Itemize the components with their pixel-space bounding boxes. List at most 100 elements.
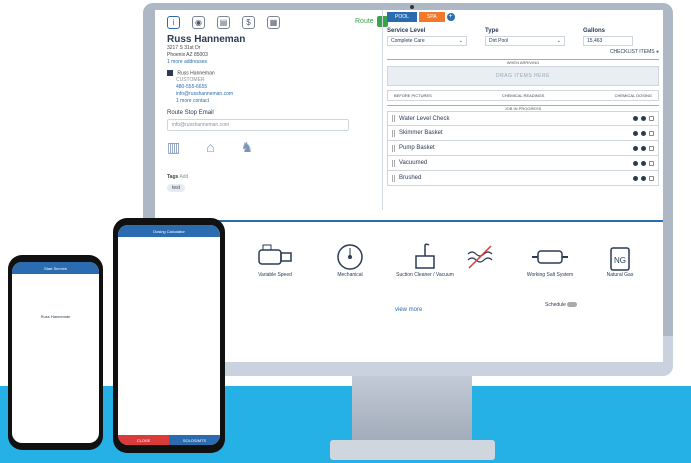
schedule-toggle[interactable]: Schedule (545, 302, 578, 308)
dollar-icon[interactable]: $ (242, 16, 255, 29)
tags-row: Tags Add (167, 174, 387, 180)
drag-handle-icon[interactable] (392, 129, 395, 137)
checklist-item-label: Water Level Check (399, 115, 450, 122)
delete-icon[interactable] (649, 116, 654, 121)
info-icon[interactable] (633, 130, 638, 136)
help-icon: ● (655, 49, 659, 55)
toggle-icon (567, 302, 578, 308)
phone-small-header: Start Service (12, 262, 99, 274)
tab-pool[interactable]: POOL (387, 12, 417, 22)
drag-handle-icon[interactable] (392, 115, 395, 122)
checklist-item[interactable]: Water Level Check (387, 111, 659, 126)
contact-role: CUSTOMER (176, 77, 205, 84)
monitor-foot (330, 440, 495, 460)
phase-bar: BEFORE PICTURES CHEMICAL READINGS CHEMIC… (387, 90, 659, 101)
chemical-dosing[interactable]: CHEMICAL DOSING (615, 93, 652, 98)
lock-icon[interactable]: ⌂ (206, 139, 214, 156)
email-link[interactable]: info@russhanneman.com (176, 91, 387, 98)
camera-icon[interactable] (641, 175, 646, 181)
solos-button[interactable]: SOLOS/MTS (169, 435, 220, 445)
phone-small-name: Russ Hanneman (40, 314, 71, 319)
more-addresses-link[interactable]: 1 more addresses (167, 59, 387, 66)
tags-add[interactable]: Add (179, 174, 188, 180)
drop-zone[interactable]: DRAG ITEMS HERE (387, 66, 659, 86)
before-pictures[interactable]: BEFORE PICTURES (394, 93, 432, 98)
service-level-select[interactable]: Complete Care ⌄ (387, 36, 467, 46)
document-icon[interactable]: ▤ (217, 16, 230, 29)
delete-icon[interactable] (649, 145, 654, 151)
info-icon[interactable] (633, 175, 638, 181)
gallons-input[interactable]: 15,463 (583, 36, 633, 46)
heater-crossed-icon (467, 245, 493, 269)
drag-handle-icon[interactable] (392, 174, 395, 182)
chemical-readings[interactable]: CHEMICAL READINGS (502, 93, 545, 98)
gallons-value: 15,463 (587, 38, 603, 44)
address-line2: Phoenix AZ 85003 (167, 52, 208, 58)
checklist-item[interactable]: Skimmer Basket (387, 126, 659, 141)
camera-icon[interactable] (641, 160, 646, 166)
tag-pill[interactable]: test (167, 184, 186, 193)
equipment-panel: Variable Speed Mechanical Suction Cleane… (155, 220, 663, 360)
delete-icon[interactable] (649, 130, 654, 136)
type-select[interactable]: Dirt Pool ⌄ (485, 36, 565, 46)
salt-cell-icon (532, 250, 568, 264)
checklist-item[interactable]: Pump Basket (387, 141, 659, 156)
pump-icon (258, 244, 292, 265)
equipment-label: Natural Gas (606, 272, 634, 278)
service-level-label: Service Level (387, 28, 426, 34)
equipment-item[interactable]: Working Salt System (520, 242, 580, 278)
camera-dot (410, 5, 414, 9)
phone-large-screen: Dosing Calculator CLOSE SOLOS/MTS (118, 225, 220, 445)
phone-link[interactable]: 480-555-6655 (176, 84, 387, 91)
more-contacts-link[interactable]: 1 more contact (176, 98, 387, 105)
add-tab-icon[interactable]: + (446, 13, 455, 21)
when-arriving-section: WHEN ARRIVING (387, 59, 659, 65)
view-more-link[interactable]: view more (395, 307, 422, 313)
dog-icon[interactable]: ♞ (241, 139, 254, 156)
tab-spa[interactable]: SPA (418, 12, 445, 22)
delete-icon[interactable] (649, 160, 654, 166)
customer-name: Russ Hanneman (167, 34, 246, 45)
chevron-down-icon: ⌄ (458, 38, 463, 44)
route-stop-email-input[interactable]: info@russhanneman.com (167, 119, 349, 132)
checklist-item[interactable]: Brushed (387, 171, 659, 186)
checklist-items-toggle[interactable]: CHECKLIST ITEMS ● (387, 49, 659, 55)
equipment-item[interactable]: Variable Speed (245, 242, 305, 278)
equipment-item[interactable] (460, 242, 500, 272)
info-icon[interactable] (633, 116, 638, 121)
checklist-item[interactable]: Vacuumed (387, 156, 659, 171)
phone-small-screen: Start Service Russ Hanneman (12, 262, 99, 443)
location-pin-icon[interactable]: ◉ (192, 16, 205, 29)
monitor-stand (352, 376, 472, 446)
svg-text:NG: NG (614, 256, 626, 265)
equipment-item[interactable]: NG Natural Gas (595, 242, 645, 278)
checklist-items-label: CHECKLIST ITEMS (609, 49, 655, 55)
equipment-label: Variable Speed (258, 272, 292, 278)
info-icon[interactable] (633, 160, 638, 166)
camera-icon[interactable] (641, 116, 646, 121)
timer-icon (337, 244, 363, 270)
info-icon[interactable] (633, 145, 638, 151)
pool-panel: POOL SPA + Service Level Complete Care ⌄ … (387, 12, 659, 186)
checklist: Water Level Check Skimmer Basket Pump Bask… (387, 111, 659, 186)
route-stop-email-label: Route Stop Email (167, 110, 214, 117)
close-button[interactable]: CLOSE (118, 435, 169, 445)
equipment-label: Suction Cleaner / Vacuum (396, 272, 454, 278)
building-icon[interactable]: ▥ (167, 139, 180, 156)
equipment-item[interactable]: Mechanical (320, 242, 380, 278)
equipment-label: Mechanical (337, 272, 363, 278)
customer-panel: Russ Hanneman 3217 S 31st Dr Phoenix AZ … (167, 34, 387, 193)
natural-gas-icon: NG (610, 247, 630, 271)
delete-icon[interactable] (649, 175, 654, 181)
camera-icon[interactable] (641, 145, 646, 151)
contact-icon (167, 70, 173, 76)
drag-handle-icon[interactable] (392, 144, 395, 152)
drag-handle-icon[interactable] (392, 159, 395, 167)
equipment-item[interactable]: Suction Cleaner / Vacuum (385, 242, 465, 278)
info-icon[interactable]: i (167, 16, 180, 29)
checklist-item-label: Pump Basket (399, 145, 435, 151)
phone-large-header: Dosing Calculator (118, 225, 220, 237)
checklist-item-label: Skimmer Basket (399, 130, 443, 136)
calendar-icon[interactable]: ▦ (267, 16, 280, 29)
camera-icon[interactable] (641, 130, 646, 136)
